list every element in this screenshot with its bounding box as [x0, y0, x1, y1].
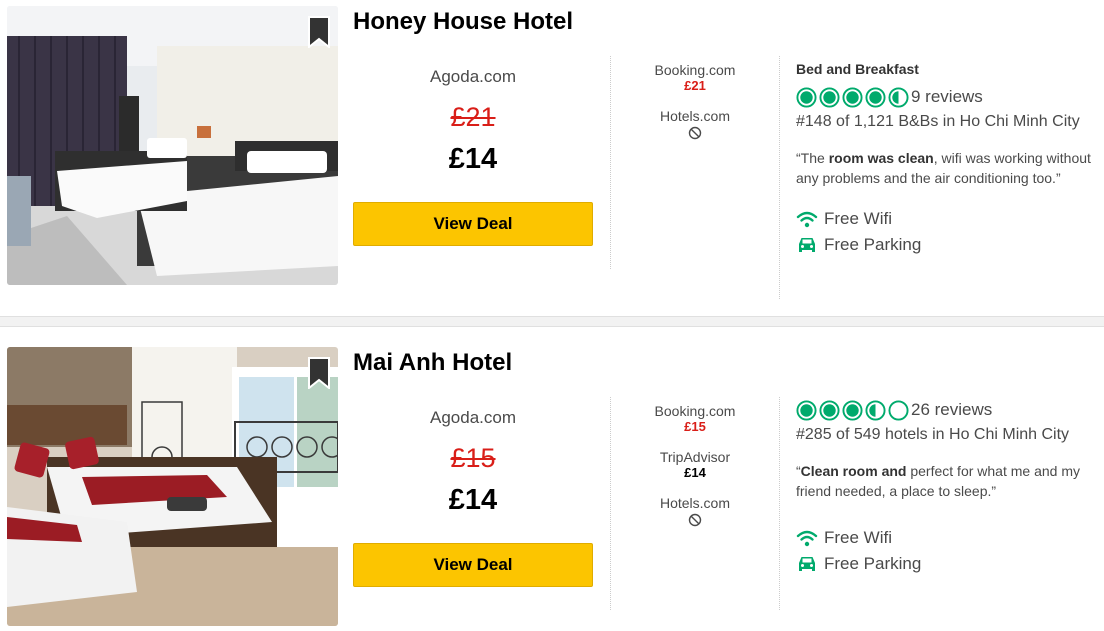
hotel-photo[interactable] — [7, 6, 338, 285]
room-photo-image — [7, 6, 338, 285]
featured-provider-name: Agoda.com — [430, 408, 516, 427]
quote-highlight: room was clean — [828, 150, 934, 166]
provider-name: Booking.com — [654, 403, 736, 419]
provider-name: Hotels.com — [659, 108, 731, 124]
view-deal-button[interactable]: View Deal — [353, 543, 593, 587]
provider-item[interactable]: Hotels.com — [620, 495, 770, 532]
hotel-card: Honey House Hotel Agoda.com £21 £14 View… — [0, 0, 1104, 316]
deal-price: £14 — [448, 143, 498, 175]
review-count-link[interactable]: 9 reviews — [911, 87, 983, 107]
provider-price: £21 — [684, 78, 706, 93]
quote-open: “The — [796, 150, 829, 166]
quote-highlight: Clean room and — [800, 463, 907, 479]
rating-bubble-full-icon — [796, 399, 817, 421]
deal-price: £14 — [448, 484, 498, 516]
provider-item[interactable]: Hotels.com — [620, 108, 770, 145]
provider-price: £14 — [684, 465, 706, 480]
hotel-card: Mai Anh Hotel Agoda.com £15 £14 View Dea… — [0, 327, 1104, 631]
amenity-label: Free Wifi — [824, 528, 892, 547]
rating-bubble-half-icon — [888, 86, 909, 108]
amenity-list: Free Wifi Free Parking — [796, 525, 1101, 577]
unavailable-icon — [688, 126, 702, 140]
rating-bubble-half-icon — [865, 399, 886, 421]
property-type: Bed and Breakfast — [796, 61, 919, 77]
rating-bubble-full-icon — [842, 86, 863, 108]
provider-name: TripAdvisor — [659, 449, 731, 465]
car-icon — [799, 557, 815, 571]
hotel-photo[interactable] — [7, 347, 338, 626]
rating-bubble-empty-icon — [888, 399, 909, 421]
rating-bubbles — [796, 399, 909, 421]
provider-name: Booking.com — [654, 62, 736, 78]
column-divider — [610, 56, 611, 269]
wifi-icon — [796, 211, 818, 228]
ranking-text[interactable]: #285 of 549 hotels in Ho Chi Minh City — [796, 425, 1101, 445]
amenity-label: Free Parking — [824, 235, 922, 254]
bookmark-icon[interactable] — [308, 16, 330, 48]
featured-provider-name: Agoda.com — [430, 67, 516, 86]
review-snippet[interactable]: “The room was clean, wifi was working wi… — [796, 148, 1101, 188]
review-snippet[interactable]: “Clean room and perfect for what me and … — [796, 461, 1101, 501]
view-deal-button[interactable]: View Deal — [353, 202, 593, 246]
rating-bubble-full-icon — [796, 86, 817, 108]
review-count-link[interactable]: 26 reviews — [911, 400, 992, 420]
wifi-icon — [796, 530, 818, 547]
provider-item[interactable]: Booking.com £21 — [620, 62, 770, 94]
bookmark-icon[interactable] — [308, 357, 330, 389]
hotel-info: 26 reviews #285 of 549 hotels in Ho Chi … — [796, 397, 1101, 577]
hotel-name[interactable]: Mai Anh Hotel — [353, 349, 512, 377]
rating-bubbles — [796, 86, 909, 108]
amenity-item: Free Parking — [796, 551, 1101, 577]
amenity-label: Free Parking — [824, 554, 922, 573]
provider-name: Hotels.com — [659, 495, 731, 511]
hotel-info: Bed and Breakfast 9 reviews #148 of 1,12… — [796, 60, 1101, 258]
car-icon — [799, 238, 815, 252]
amenity-item: Free Wifi — [796, 206, 1101, 232]
hotel-name[interactable]: Honey House Hotel — [353, 8, 573, 36]
card-separator — [0, 316, 1104, 327]
rating-bubble-full-icon — [819, 86, 840, 108]
provider-list: Booking.com £15 TripAdvisor £14 Hotels.c… — [620, 403, 770, 546]
unavailable-icon — [688, 513, 702, 527]
rating-bubble-full-icon — [865, 86, 886, 108]
amenity-item: Free Parking — [796, 232, 1101, 258]
amenity-list: Free Wifi Free Parking — [796, 206, 1101, 258]
ranking-text[interactable]: #148 of 1,121 B&Bs in Ho Chi Minh City — [796, 112, 1101, 132]
provider-price: £15 — [684, 419, 706, 434]
rating-row[interactable]: 26 reviews — [796, 397, 1101, 423]
room-photo-image — [7, 347, 338, 626]
rating-bubble-full-icon — [842, 399, 863, 421]
column-divider — [779, 56, 780, 299]
provider-list: Booking.com £21 Hotels.com — [620, 62, 770, 159]
column-divider — [610, 397, 611, 610]
column-divider — [779, 397, 780, 610]
rating-row[interactable]: 9 reviews — [796, 84, 1101, 110]
rating-bubble-full-icon — [819, 399, 840, 421]
strikethrough-price: £15 — [450, 443, 496, 473]
amenity-label: Free Wifi — [824, 209, 892, 228]
strikethrough-price: £21 — [450, 102, 496, 132]
amenity-item: Free Wifi — [796, 525, 1101, 551]
provider-item[interactable]: TripAdvisor £14 — [620, 449, 770, 481]
provider-item[interactable]: Booking.com £15 — [620, 403, 770, 435]
